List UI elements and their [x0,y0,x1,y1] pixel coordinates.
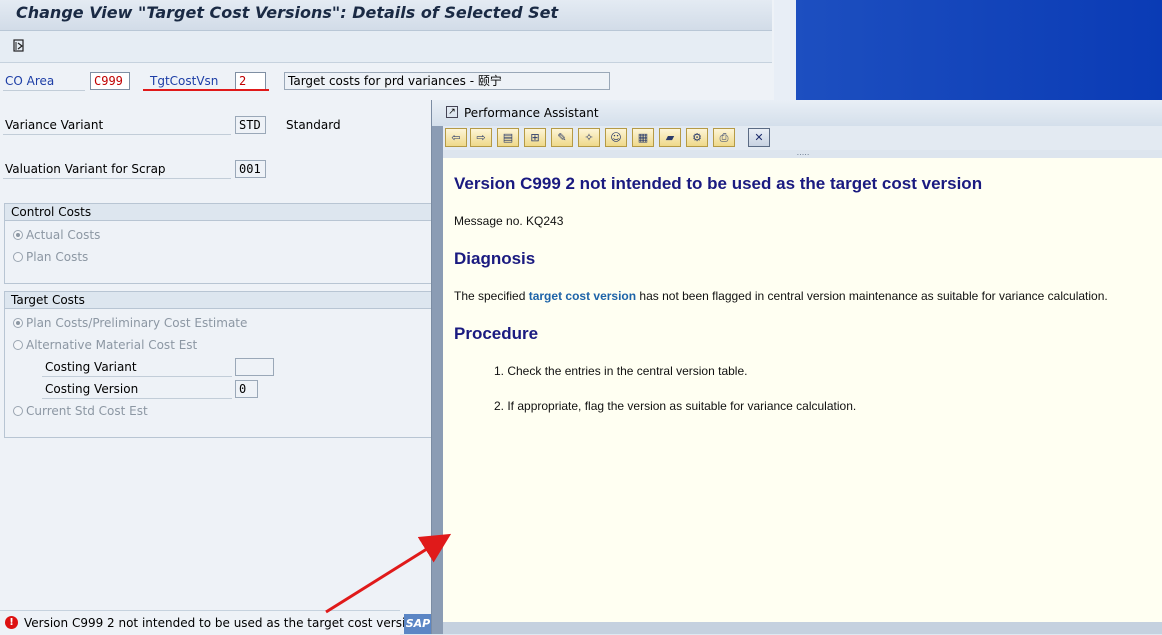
annotation-arrow [325,533,452,614]
